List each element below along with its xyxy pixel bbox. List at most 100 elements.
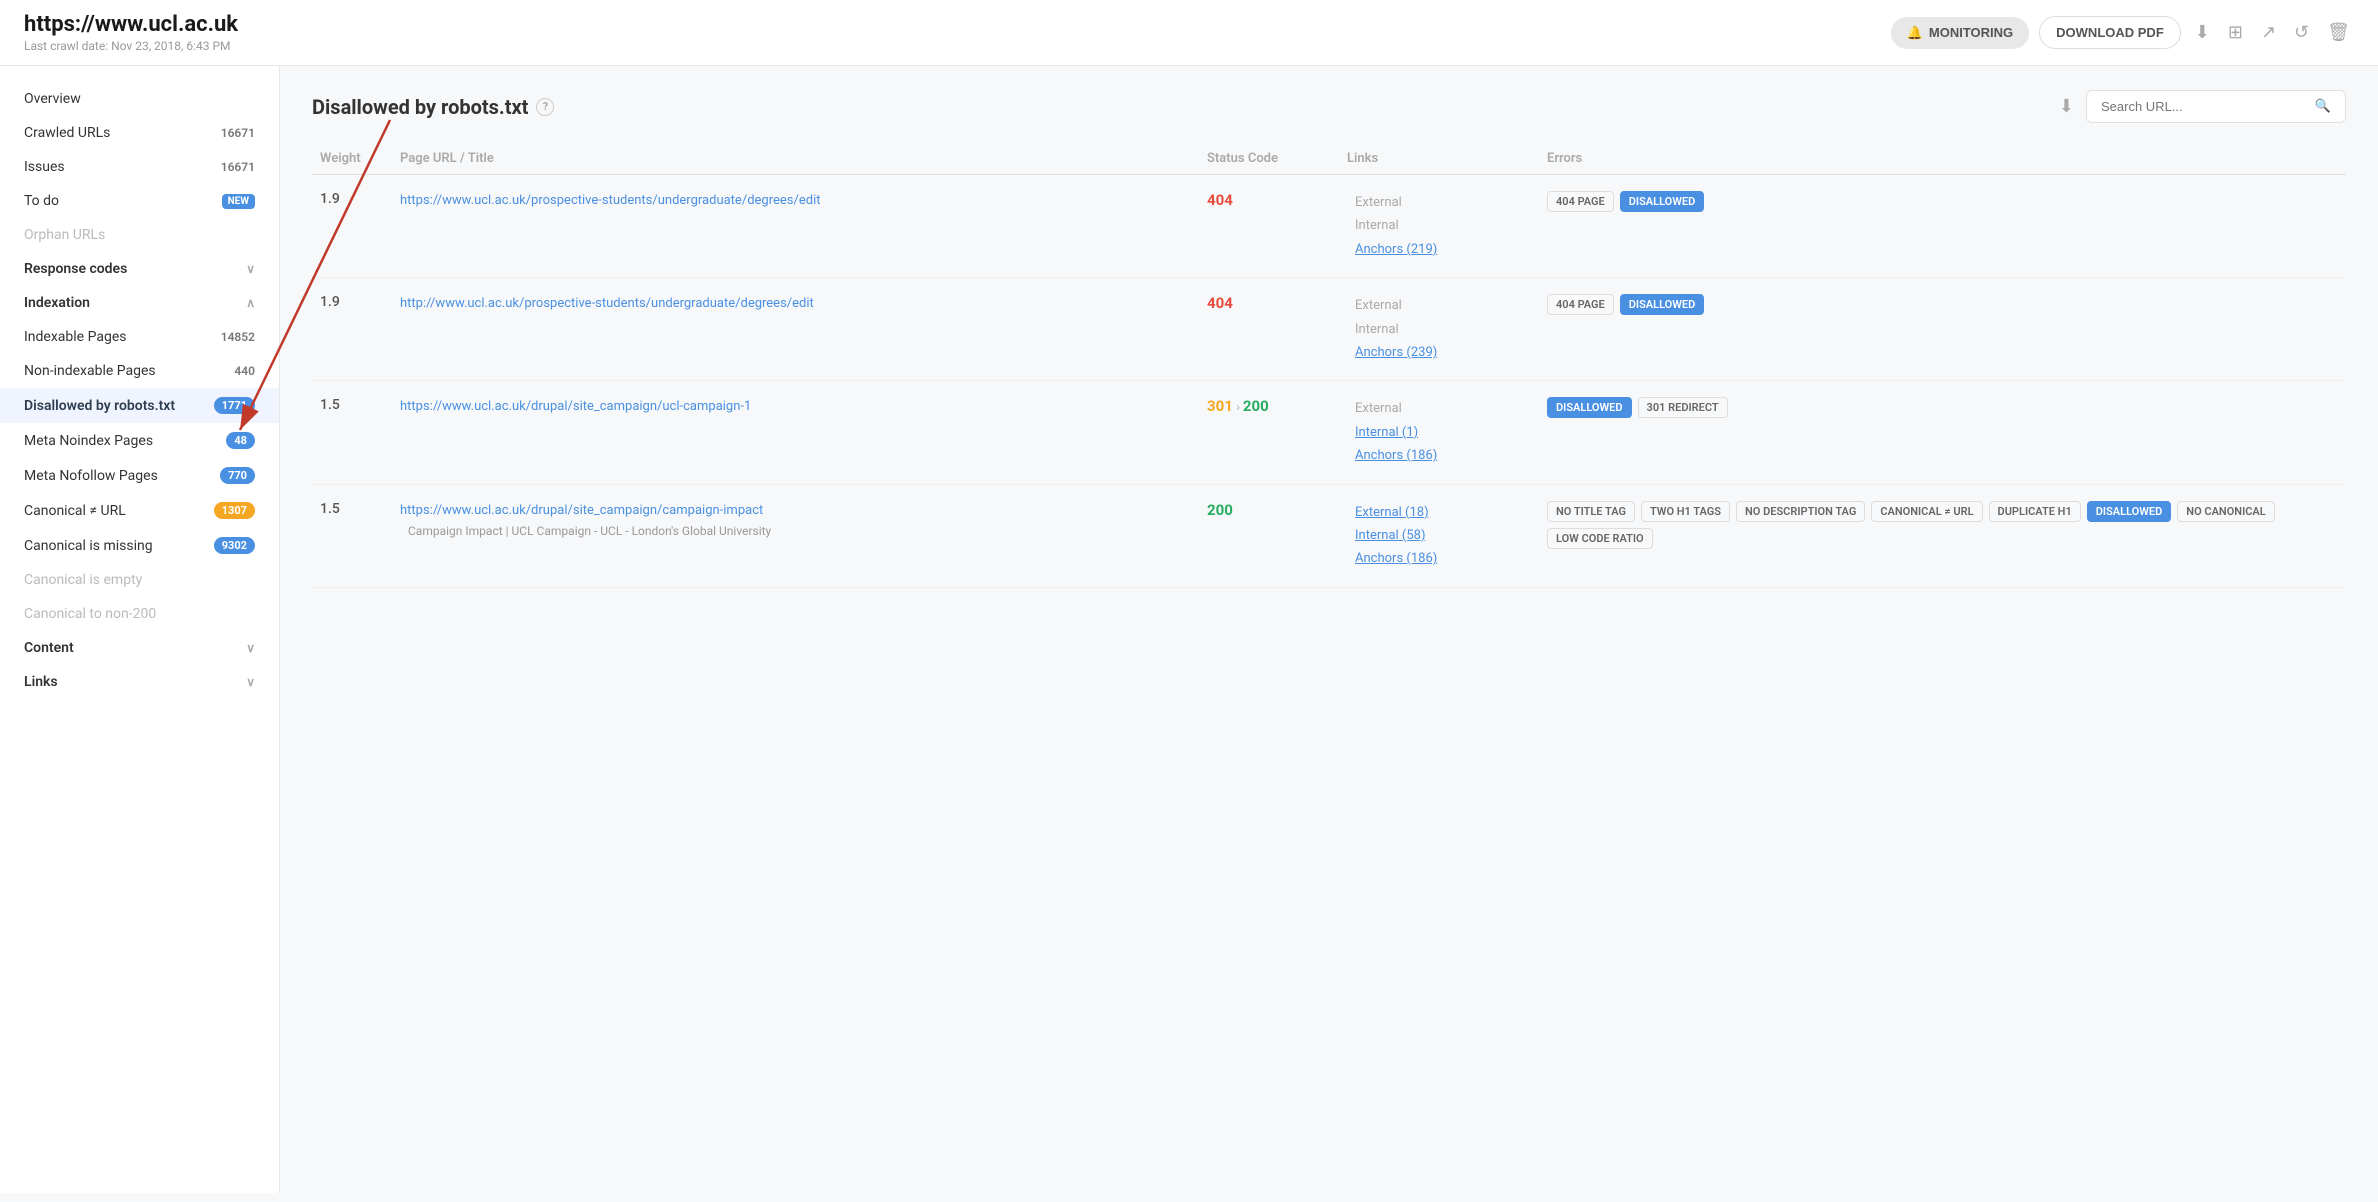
row4-links-internal[interactable]: Internal (58) — [1355, 528, 1426, 543]
sidebar-item-meta-noindex[interactable]: Meta Noindex Pages 48 — [0, 423, 279, 458]
search-icon: 🔍 — [2315, 99, 2331, 114]
row1-errors: 404 PAGE DISALLOWED — [1539, 191, 2346, 212]
search-input[interactable] — [2101, 99, 2315, 114]
monitoring-button[interactable]: 🔔 MONITORING — [1891, 17, 2029, 49]
sidebar-item-issues[interactable]: Issues 16671 — [0, 150, 279, 184]
header: https://www.ucl.ac.uk Last crawl date: N… — [0, 0, 2378, 66]
sidebar-item-overview[interactable]: Overview — [0, 82, 279, 116]
error-tag-two-h1: TWO H1 TAGS — [1641, 501, 1730, 522]
delete-icon-button[interactable]: 🗑 — [2323, 18, 2354, 47]
row4-links-external[interactable]: External (18) — [1355, 505, 1429, 520]
header-left: https://www.ucl.ac.uk Last crawl date: N… — [24, 12, 238, 53]
sidebar-item-orphan-urls: Orphan URLs — [0, 218, 279, 252]
sidebar-item-non-indexable-pages[interactable]: Non-indexable Pages 440 — [0, 354, 279, 388]
row1-links-anchors[interactable]: Anchors (219) — [1355, 242, 1437, 257]
download-icon-button[interactable]: ⬇ — [2191, 18, 2214, 47]
error-tag-no-canonical: NO CANONICAL — [2177, 501, 2274, 522]
error-tag-disallowed-2: DISALLOWED — [1620, 294, 1705, 315]
chevron-up-icon: ∧ — [246, 296, 255, 310]
sidebar-section-content[interactable]: Content ∨ — [0, 631, 279, 665]
sidebar-item-canonical-non200: Canonical to non-200 — [0, 597, 279, 631]
export-button[interactable]: ⬇ — [2059, 96, 2074, 117]
bell-icon: 🔔 — [1907, 25, 1923, 41]
row3-status: 301 › 200 — [1199, 397, 1339, 415]
row2-url-link[interactable]: http://www.ucl.ac.uk/prospective-student… — [400, 296, 814, 311]
row3-links-anchors[interactable]: Anchors (186) — [1355, 448, 1437, 463]
sidebar-item-canonical-empty: Canonical is empty — [0, 563, 279, 597]
error-tag-301redirect: 301 REDIRECT — [1638, 397, 1728, 418]
row2-links-internal: Internal — [1347, 318, 1531, 341]
row1-weight: 1.9 — [312, 191, 392, 207]
sidebar-item-crawled-urls[interactable]: Crawled URLs 16671 — [0, 116, 279, 150]
canonical-missing-badge: 9302 — [214, 537, 255, 554]
sidebar-section-indexation[interactable]: Indexation ∧ — [0, 286, 279, 320]
sidebar-section-response-codes[interactable]: Response codes ∨ — [0, 252, 279, 286]
row4-errors: NO TITLE TAG TWO H1 TAGS NO DESCRIPTION … — [1539, 501, 2346, 549]
refresh-icon-button[interactable]: ↺ — [2290, 18, 2313, 47]
error-tag-no-title: NO TITLE TAG — [1547, 501, 1635, 522]
row4-weight: 1.5 — [312, 501, 392, 517]
sidebar-item-canonical-missing[interactable]: Canonical is missing 9302 — [0, 528, 279, 563]
crawl-date: Last crawl date: Nov 23, 2018, 6:43 PM — [24, 39, 238, 53]
download-pdf-button[interactable]: DOWNLOAD PDF — [2039, 16, 2181, 49]
row2-weight: 1.9 — [312, 294, 392, 310]
sidebar-section-links[interactable]: Links ∨ — [0, 665, 279, 699]
row3-errors: DISALLOWED 301 REDIRECT — [1539, 397, 2346, 418]
row2-links-external: External — [1347, 294, 1531, 317]
row4-links-anchors[interactable]: Anchors (186) — [1355, 551, 1437, 566]
row2-url: http://www.ucl.ac.uk/prospective-student… — [392, 294, 1199, 314]
chevron-down-icon-links: ∨ — [246, 675, 255, 689]
error-tag-disallowed-3: DISALLOWED — [1547, 397, 1632, 418]
error-tag-404page-2: 404 PAGE — [1547, 294, 1614, 315]
col-page-url: Page URL / Title — [392, 151, 1199, 166]
row2-links-anchors[interactable]: Anchors (239) — [1355, 345, 1437, 360]
sidebar-item-todo[interactable]: To do NEW — [0, 184, 279, 218]
row4-url: https://www.ucl.ac.uk/drupal/site_campai… — [392, 501, 1199, 539]
error-tag-canonical-neq: CANONICAL ≠ URL — [1871, 501, 1982, 522]
error-tag-disallowed: DISALLOWED — [1620, 191, 1705, 212]
error-tag-low-code-ratio: LOW CODE RATIO — [1547, 528, 1653, 549]
row1-url-link[interactable]: https://www.ucl.ac.uk/prospective-studen… — [400, 193, 821, 208]
chevron-down-icon-content: ∨ — [246, 641, 255, 655]
disallowed-badge: 1771 — [214, 397, 255, 414]
row1-status: 404 — [1199, 191, 1339, 209]
row2-errors: 404 PAGE DISALLOWED — [1539, 294, 2346, 315]
row1-links-external: External — [1347, 191, 1531, 214]
col-status-code: Status Code — [1199, 151, 1339, 166]
error-tag-no-desc: NO DESCRIPTION TAG — [1736, 501, 1865, 522]
row4-url-link[interactable]: https://www.ucl.ac.uk/drupal/site_campai… — [400, 503, 763, 518]
row1-url: https://www.ucl.ac.uk/prospective-studen… — [392, 191, 1199, 211]
header-right: 🔔 MONITORING DOWNLOAD PDF ⬇ ⊞ ↗ ↺ 🗑 — [1891, 16, 2354, 49]
row1-status-code: 404 — [1207, 191, 1233, 209]
error-tag-disallowed-4: DISALLOWED — [2087, 501, 2172, 522]
sidebar-item-canonical-neq-url[interactable]: Canonical ≠ URL 1307 — [0, 493, 279, 528]
search-url-box[interactable]: 🔍 — [2086, 90, 2346, 123]
new-badge: NEW — [222, 194, 255, 209]
row2-status-code: 404 — [1207, 294, 1233, 312]
site-title: https://www.ucl.ac.uk — [24, 12, 238, 37]
row3-url-link[interactable]: https://www.ucl.ac.uk/drupal/site_campai… — [400, 399, 751, 414]
sidebar-item-meta-nofollow[interactable]: Meta Nofollow Pages 770 — [0, 458, 279, 493]
row3-links: External Internal (1) Anchors (186) — [1339, 397, 1539, 467]
table-row: 1.5 https://www.ucl.ac.uk/drupal/site_ca… — [312, 381, 2346, 484]
sidebar-item-indexable-pages[interactable]: Indexable Pages 14852 — [0, 320, 279, 354]
table-header: Weight Page URL / Title Status Code Link… — [312, 143, 2346, 175]
row3-arrow: › — [1236, 400, 1243, 414]
table-row: 1.9 http://www.ucl.ac.uk/prospective-stu… — [312, 278, 2346, 381]
row1-links-internal: Internal — [1347, 214, 1531, 237]
main-header: Disallowed by robots.txt ? ⬇ 🔍 — [312, 90, 2346, 123]
error-tag-404page: 404 PAGE — [1547, 191, 1614, 212]
table-row: 1.5 https://www.ucl.ac.uk/drupal/site_ca… — [312, 485, 2346, 588]
sidebar-item-disallowed-by-robots[interactable]: Disallowed by robots.txt 1771 — [0, 388, 279, 423]
col-weight: Weight — [312, 151, 392, 166]
help-icon[interactable]: ? — [536, 98, 554, 116]
row3-links-internal[interactable]: Internal (1) — [1355, 425, 1418, 440]
sitemap-icon-button[interactable]: ⊞ — [2224, 18, 2247, 47]
row4-page-desc: Campaign Impact | UCL Campaign - UCL - L… — [400, 524, 1191, 538]
layout: Overview Crawled URLs 16671 Issues 16671… — [0, 66, 2378, 1193]
row2-links: External Internal Anchors (239) — [1339, 294, 1539, 364]
row3-links-external: External — [1347, 397, 1531, 420]
share-icon-button[interactable]: ↗ — [2257, 18, 2280, 47]
main-content: Disallowed by robots.txt ? ⬇ 🔍 Weight Pa… — [280, 66, 2378, 1193]
col-links: Links — [1339, 151, 1539, 166]
